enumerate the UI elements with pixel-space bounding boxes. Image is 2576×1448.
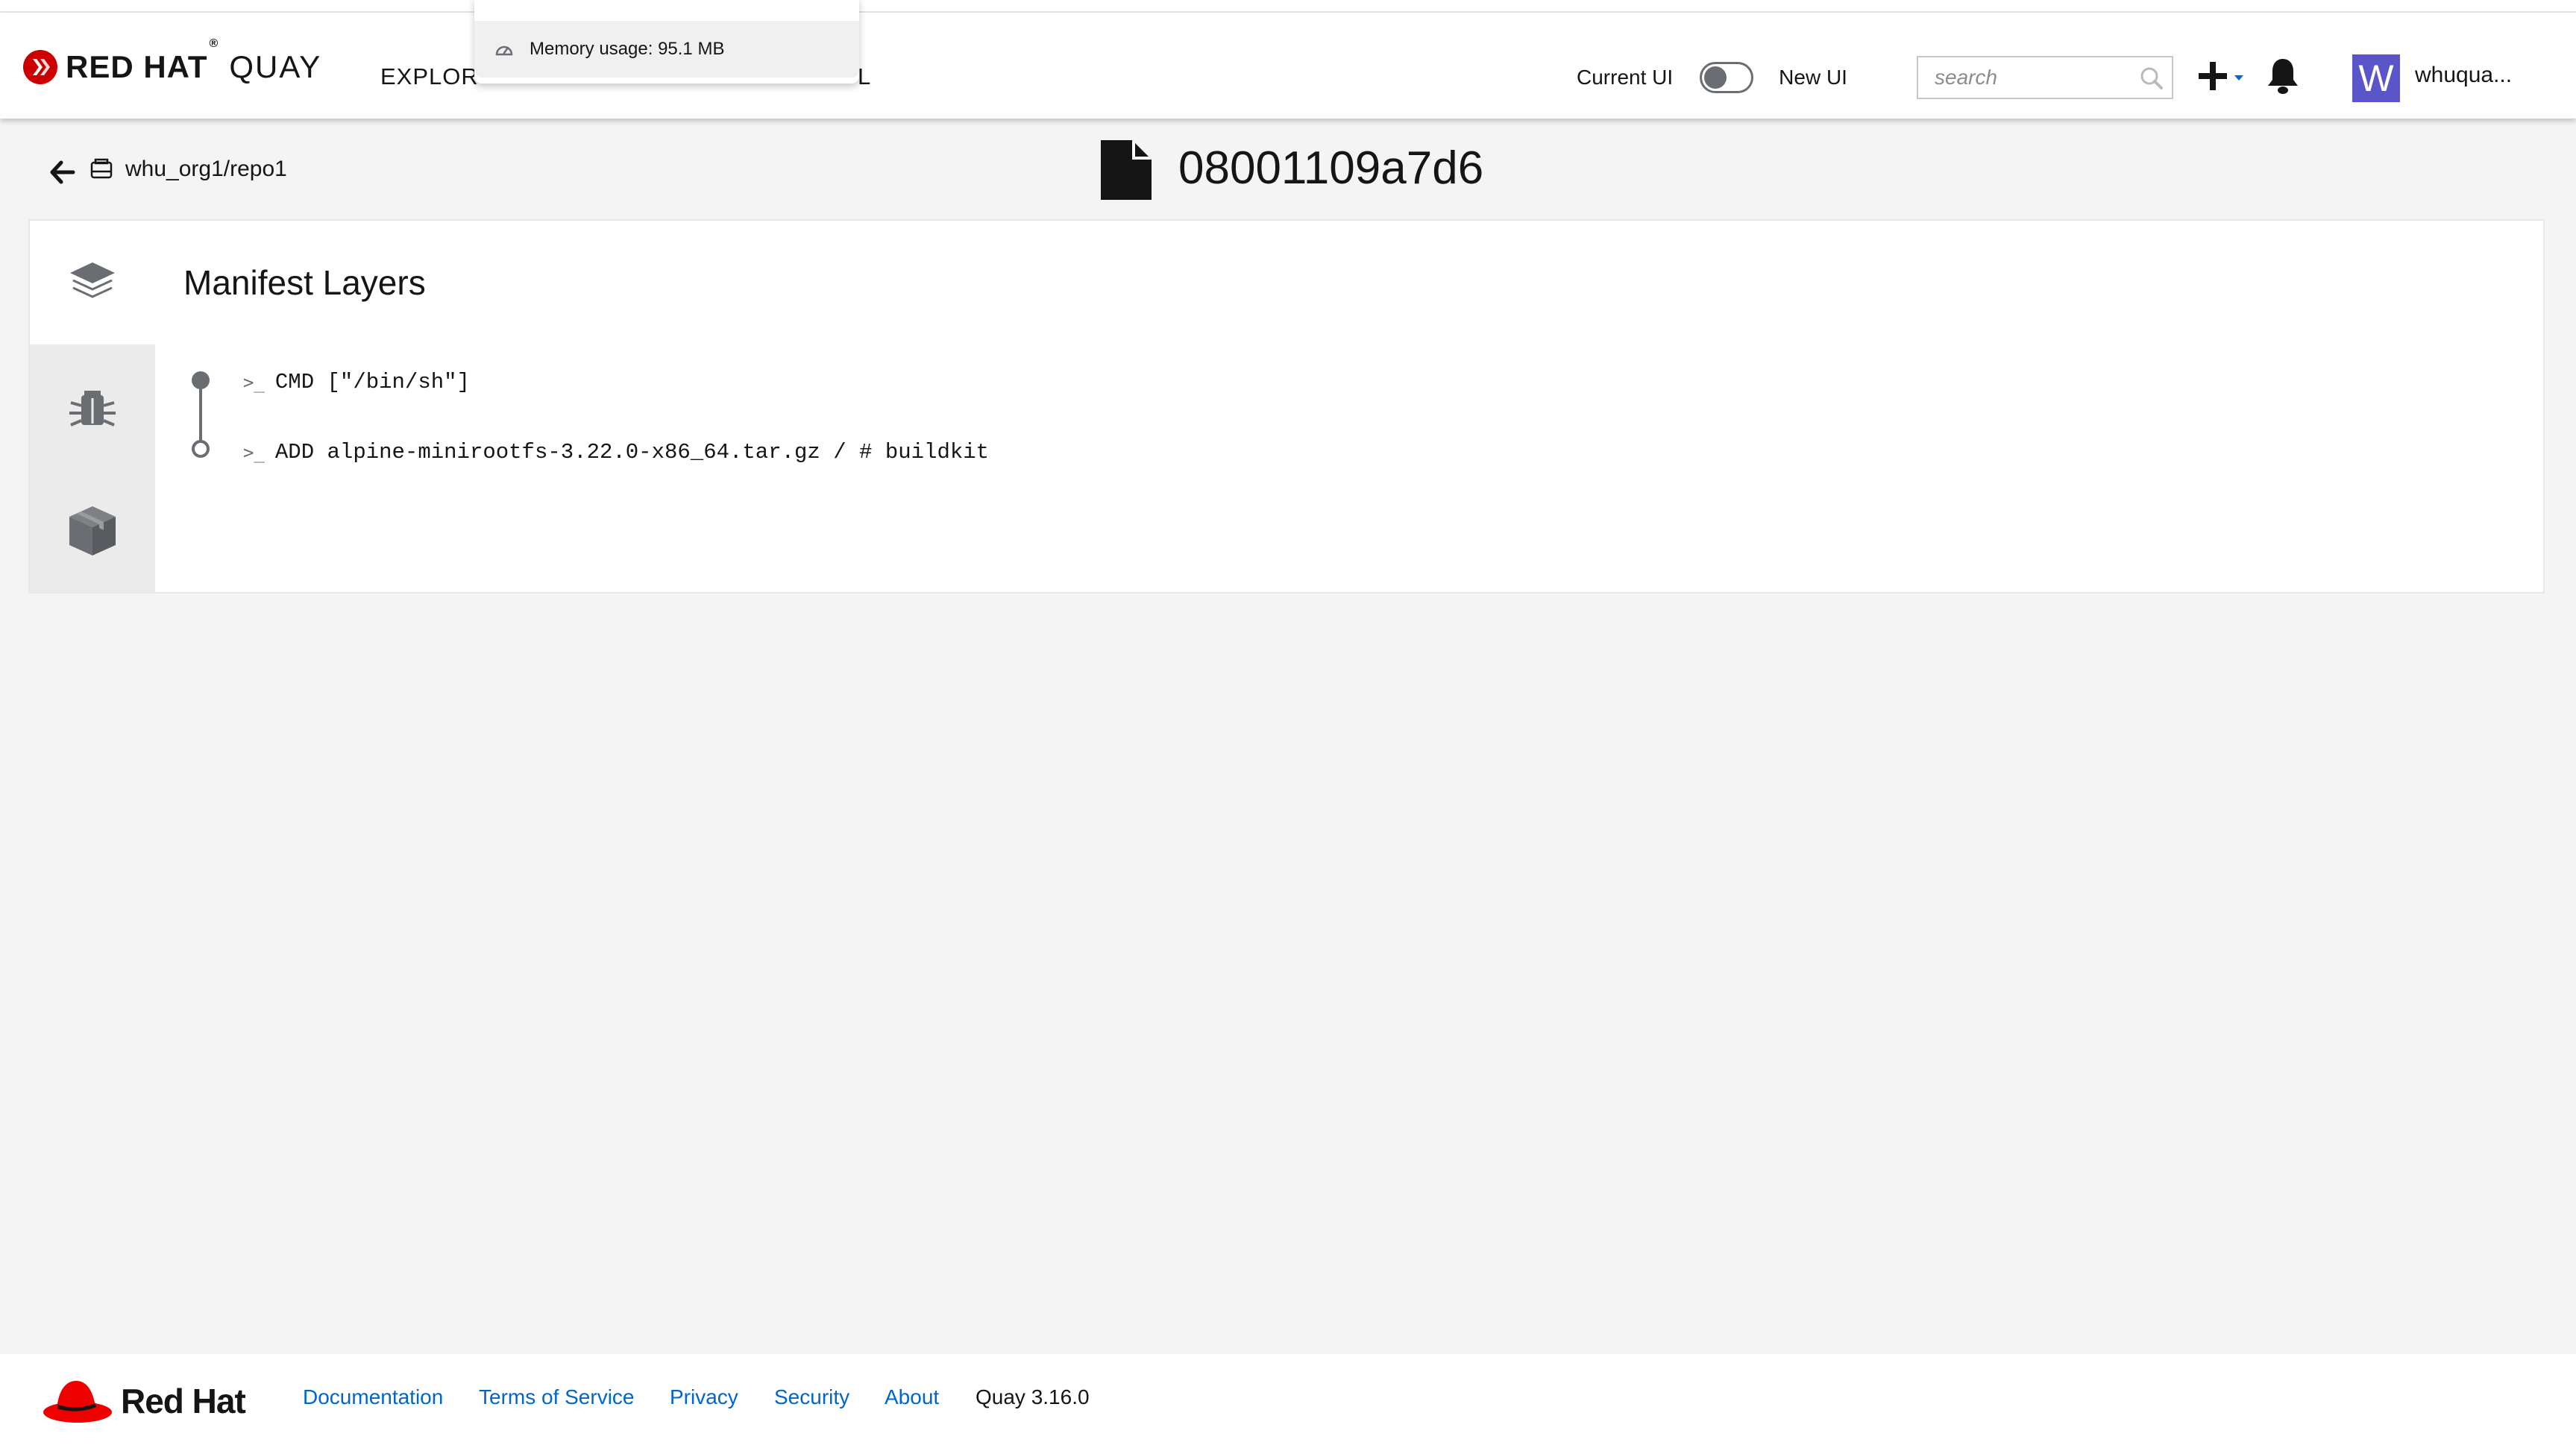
page-footer: Red Hat Documentation Terms of Service P… bbox=[0, 1354, 2576, 1448]
redhat-quay-logo-icon bbox=[23, 50, 57, 84]
redhat-footer-logo[interactable]: Red Hat bbox=[42, 1375, 246, 1427]
footer-link-security[interactable]: Security bbox=[774, 1385, 849, 1409]
repository-breadcrumb-link[interactable]: whu_org1/repo1 bbox=[125, 157, 287, 182]
redhat-fedora-icon bbox=[43, 1381, 112, 1423]
search-box bbox=[1917, 56, 2173, 99]
memory-usage-text: Memory usage: 95.1 MB bbox=[530, 39, 725, 59]
nav-explore[interactable]: EXPLOR bbox=[380, 63, 479, 90]
layer-timeline-dot-filled bbox=[192, 371, 210, 389]
redhat-footer-logo-text: Red Hat bbox=[121, 1382, 246, 1420]
package-box-icon bbox=[69, 506, 116, 555]
user-avatar[interactable]: W bbox=[2352, 54, 2400, 102]
tab-manifest-layers[interactable] bbox=[30, 221, 155, 344]
layer-timeline-dot-open bbox=[192, 440, 210, 458]
tab-security-scan[interactable] bbox=[30, 344, 155, 468]
ui-version-toggle[interactable] bbox=[1700, 62, 1754, 93]
toggle-knob bbox=[1704, 66, 1727, 89]
search-icon[interactable] bbox=[2139, 66, 2164, 91]
layers-icon bbox=[70, 262, 115, 298]
terminal-prompt-icon: >_ bbox=[243, 371, 265, 393]
top-navbar: RED HAT® QUAY EXPLOR L Current UI New UI… bbox=[0, 13, 2576, 119]
manifest-details-card: Manifest Layers >_ CMD ["/bin/sh"] >_ AD… bbox=[28, 219, 2545, 594]
manifest-layers-heading: Manifest Layers bbox=[183, 263, 426, 302]
new-ui-label: New UI bbox=[1779, 66, 1847, 89]
footer-link-about[interactable]: About bbox=[885, 1385, 939, 1409]
layer-item: >_ ADD alpine-minirootfs-3.22.0-x86_64.t… bbox=[243, 440, 989, 465]
product-name: QUAY bbox=[229, 49, 322, 84]
quay-brand-logo[interactable]: RED HAT® QUAY bbox=[22, 37, 322, 87]
current-ui-label: Current UI bbox=[1577, 66, 1674, 89]
ui-toggle-group: Current UI New UI bbox=[1577, 57, 1847, 98]
side-tab-bar bbox=[30, 221, 155, 592]
layer-item: >_ CMD ["/bin/sh"] bbox=[243, 370, 470, 394]
search-input[interactable] bbox=[1918, 57, 2127, 98]
repository-icon bbox=[90, 158, 113, 179]
window-top-strip bbox=[0, 0, 2576, 13]
notifications-button[interactable] bbox=[2266, 56, 2300, 100]
create-new-button[interactable] bbox=[2196, 59, 2248, 100]
brand-name: RED HAT® bbox=[66, 37, 219, 84]
memory-usage-popover: Memory usage: 95.1 MB bbox=[474, 0, 859, 84]
memory-usage-row: Memory usage: 95.1 MB bbox=[474, 21, 859, 78]
quay-version: Quay 3.16.0 bbox=[976, 1385, 1090, 1408]
plus-icon bbox=[2199, 62, 2243, 90]
footer-link-terms-of-service[interactable]: Terms of Service bbox=[479, 1385, 635, 1409]
footer-link-documentation[interactable]: Documentation bbox=[303, 1385, 443, 1409]
layer-command: ADD alpine-minirootfs-3.22.0-x86_64.tar.… bbox=[274, 440, 990, 465]
layer-command: CMD ["/bin/sh"] bbox=[274, 370, 470, 394]
footer-link-privacy[interactable]: Privacy bbox=[670, 1385, 738, 1409]
terminal-prompt-icon: >_ bbox=[243, 441, 265, 463]
back-arrow-icon[interactable] bbox=[49, 160, 76, 185]
username-menu[interactable]: whuqua... bbox=[2415, 63, 2512, 88]
gauge-icon bbox=[495, 45, 513, 56]
tab-packages[interactable] bbox=[30, 468, 155, 592]
manifest-digest-title: 08001109a7d6 bbox=[1178, 142, 1484, 194]
bell-icon bbox=[2268, 59, 2298, 94]
nav-tutorial[interactable]: L bbox=[858, 63, 871, 90]
manifest-file-icon bbox=[1101, 140, 1152, 200]
bug-icon bbox=[69, 391, 116, 426]
